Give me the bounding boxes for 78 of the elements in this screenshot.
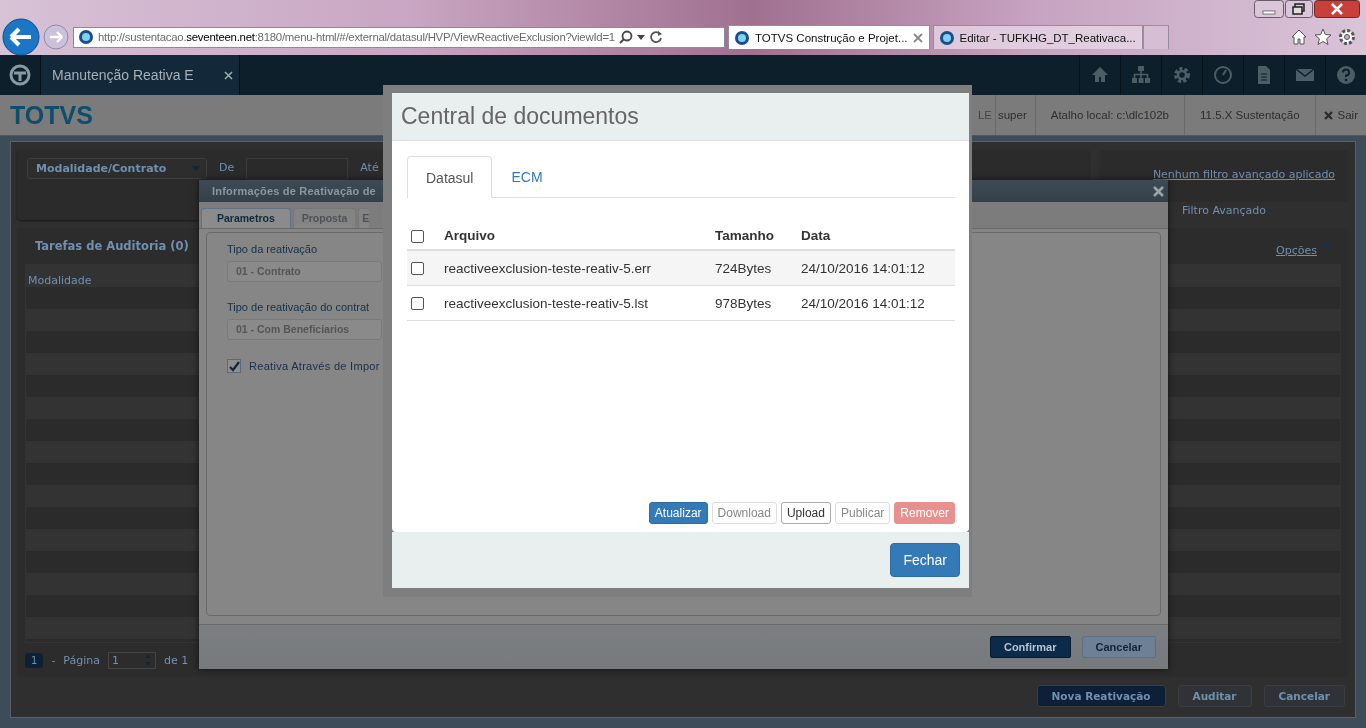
- table-cell: 24/10/2016 14:01:12: [801, 260, 925, 276]
- back-button[interactable]: [2, 18, 40, 56]
- pager-separator: -: [51, 653, 56, 667]
- spinner-icon: [144, 653, 152, 667]
- checkbox[interactable]: [227, 359, 241, 373]
- page-button[interactable]: 1: [25, 652, 44, 668]
- tab[interactable]: ECM: [492, 156, 562, 197]
- close-icon: [1323, 110, 1333, 120]
- checkbox[interactable]: [411, 297, 424, 311]
- date-field[interactable]: [246, 158, 349, 180]
- checkbox[interactable]: [411, 229, 424, 243]
- table-cell: 24/10/2016 14:01:12: [801, 295, 925, 311]
- field-label: Tipo da reativação: [227, 243, 318, 255]
- table-cell: reactiveexclusion-teste-reativ-5.lst: [444, 295, 649, 311]
- header-item: super: [994, 95, 1035, 135]
- dialog-button[interactable]: Cancelar: [1081, 636, 1156, 658]
- column-header: Arquivo: [444, 228, 495, 243]
- dialog-tab[interactable]: Parametros: [201, 208, 291, 228]
- tab-title: Manutenção Reativa E: [52, 67, 194, 83]
- action-button[interactable]: Publicar: [834, 502, 891, 524]
- field-label: Tipo de reativação do contrat: [227, 301, 370, 313]
- tab-title: TOTVS Construção e Projet...: [755, 31, 908, 44]
- caret-icon: [1323, 243, 1331, 249]
- maximize-icon[interactable]: [1285, 0, 1313, 18]
- table-cell: reactiveexclusion-teste-reativ-5.err: [444, 260, 652, 276]
- table-cell: 978Bytes: [715, 295, 772, 311]
- page-button[interactable]: Auditar: [1177, 685, 1252, 707]
- header-item: Atalho local: c:\dlc102b: [1034, 95, 1184, 135]
- dialog-title: Informações de Reativação de: [212, 185, 376, 197]
- help-icon[interactable]: [1336, 65, 1356, 85]
- field-label: De: [219, 161, 235, 174]
- page-button[interactable]: Cancelar: [1263, 685, 1345, 707]
- modal-title: Central de documentos: [401, 103, 639, 130]
- refresh-icon[interactable]: [648, 30, 663, 44]
- pager-label: Página: [63, 653, 100, 667]
- action-button[interactable]: Upload: [780, 502, 831, 524]
- sitemap-icon[interactable]: [1131, 65, 1151, 85]
- forward-button[interactable]: [43, 24, 69, 50]
- brand-logo: TOTVS: [10, 100, 93, 130]
- page-icon: [734, 29, 750, 46]
- checkbox[interactable]: [411, 262, 424, 276]
- close-icon[interactable]: [1314, 0, 1360, 18]
- options-link[interactable]: Opções: [1276, 243, 1331, 257]
- tab-title: Editar - TUFKHG_DT_Reativaca...: [959, 31, 1136, 44]
- close-icon[interactable]: [223, 70, 233, 80]
- home-icon[interactable]: [1290, 28, 1308, 46]
- page-input[interactable]: 1: [108, 651, 156, 669]
- close-button[interactable]: Fechar: [890, 543, 960, 577]
- table-cell: 724Bytes: [715, 260, 772, 276]
- advanced-filter-link[interactable]: Nenhum filtro avançado aplicado: [1152, 168, 1336, 181]
- header-item: 11.5.X Sustentação: [1184, 95, 1315, 135]
- checkbox-label: Reativa Através de Impor: [249, 360, 380, 372]
- browser-tab[interactable]: Editar - TUFKHG_DT_Reativaca...: [932, 25, 1143, 49]
- minimize-icon[interactable]: [1254, 0, 1284, 18]
- action-button[interactable]: Atualizar: [648, 502, 708, 524]
- address-field[interactable]: http://sustentacao.seventeen.net:8180/menu-html/#/external/datasul/HVP/ViewReactiveExclusion?viewId=1: [73, 26, 725, 48]
- filter-select[interactable]: Modalidade/Contrato: [27, 158, 207, 179]
- star-icon[interactable]: [1314, 28, 1332, 46]
- page-icon: [78, 29, 94, 45]
- column-header: Tamanho: [715, 228, 774, 243]
- tab[interactable]: Datasul: [407, 156, 493, 198]
- search-icon[interactable]: [618, 30, 633, 44]
- dialog-button[interactable]: Confirmar: [989, 636, 1071, 658]
- browser-tab[interactable]: TOTVS Construção e Projet...: [728, 25, 930, 49]
- logout-link[interactable]: Sair: [1314, 95, 1366, 135]
- action-button[interactable]: Download: [711, 502, 777, 524]
- list-title: Tarefas de Auditoria (0): [35, 239, 189, 253]
- action-button[interactable]: Remover: [894, 502, 955, 524]
- app-tab[interactable]: Manutenção Reativa E: [40, 55, 240, 95]
- pager-total: de 1: [164, 653, 189, 667]
- page-button[interactable]: Nova Reativação: [1036, 685, 1166, 707]
- gauge-icon[interactable]: [1213, 65, 1233, 85]
- settings-icon[interactable]: [1338, 28, 1356, 46]
- caret-icon[interactable]: [636, 34, 645, 40]
- column-header: Modalidade: [28, 274, 92, 287]
- field-label: Até: [360, 161, 379, 174]
- column-header: Data: [801, 228, 831, 243]
- page-icon: [938, 29, 955, 46]
